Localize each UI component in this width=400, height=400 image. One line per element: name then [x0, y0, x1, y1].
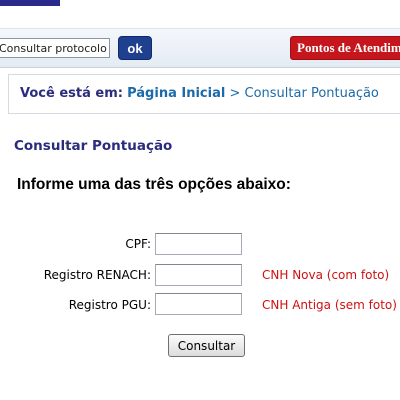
breadcrumb-current: Consultar Pontuação	[244, 86, 379, 101]
cpf-field[interactable]	[155, 233, 242, 255]
protocol-search-input[interactable]	[0, 38, 110, 58]
breadcrumb-prefix: Você está em:	[20, 86, 123, 101]
cpf-label: CPF:	[125, 237, 151, 251]
breadcrumb-home-link[interactable]: Página Inicial	[127, 86, 225, 101]
consultar-button[interactable]: Consultar	[168, 334, 245, 357]
pontos-atendimento-button[interactable]: Pontos de Atendimento	[290, 36, 400, 60]
pgu-hint: CNH Antiga (sem foto)	[262, 298, 397, 312]
site-logo-fragment	[0, 0, 60, 6]
pgu-field[interactable]	[155, 293, 242, 315]
breadcrumb: Você está em: Página Inicial > Consultar…	[8, 74, 400, 114]
renach-label: Registro RENACH:	[43, 268, 151, 282]
form-instructions: Informe uma das três opções abaixo:	[17, 176, 291, 193]
protocol-ok-button[interactable]: ok	[118, 36, 152, 60]
renach-hint: CNH Nova (com foto)	[262, 268, 390, 282]
breadcrumb-separator: >	[229, 86, 241, 101]
pgu-label: Registro PGU:	[68, 298, 151, 312]
top-toolbar: ok Pontos de Atendimento	[0, 28, 400, 68]
renach-field[interactable]	[155, 264, 242, 286]
page-title: Consultar Pontuação	[14, 138, 173, 154]
